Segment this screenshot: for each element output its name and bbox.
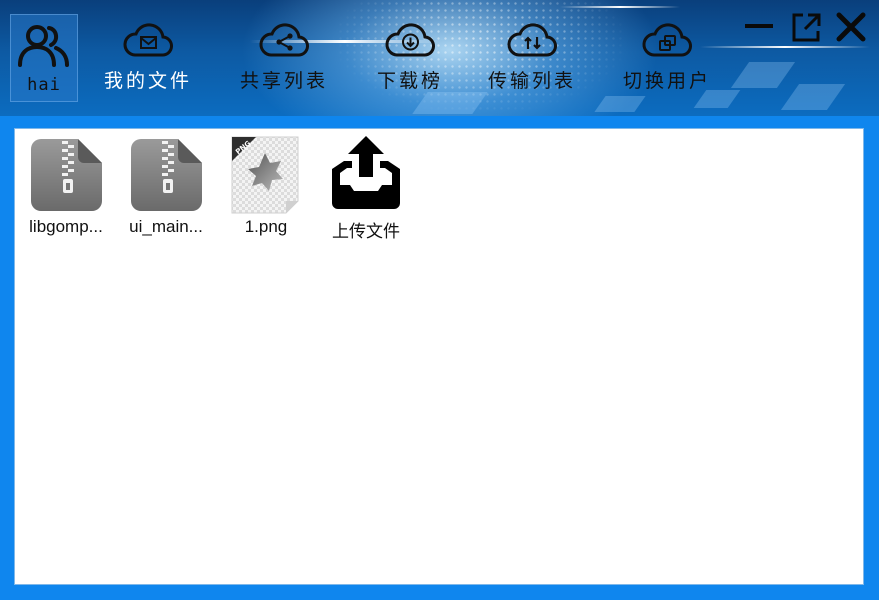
user-profile-button[interactable]: hai — [10, 14, 78, 102]
nav-label: 传输列表 — [487, 70, 576, 92]
nav-my-files[interactable]: 我的文件 — [100, 20, 196, 100]
nav-label: 切换用户 — [622, 70, 711, 92]
close-icon — [836, 12, 866, 42]
cloud-switch-icon — [642, 23, 692, 57]
png-file-icon: PNG — [231, 136, 299, 214]
file-item[interactable]: ui_main... — [118, 131, 214, 241]
nav-transfer-list[interactable]: 传输列表 — [482, 20, 582, 100]
nav-label: 下载榜 — [376, 70, 443, 92]
header-deco-tile — [780, 84, 846, 110]
close-button[interactable] — [834, 10, 868, 44]
cloud-share-icon — [259, 23, 309, 57]
header-light-streak — [700, 46, 870, 48]
cloud-transfer-icon — [507, 23, 557, 57]
nav-label: 我的文件 — [103, 70, 192, 92]
cloud-mail-icon — [123, 23, 173, 57]
file-item[interactable]: PNG 1.png — [218, 131, 314, 241]
users-icon — [18, 25, 69, 67]
file-item[interactable]: libgomp... — [18, 131, 114, 241]
nav-label: 共享列表 — [239, 70, 328, 92]
upload-icon — [332, 136, 400, 209]
file-list-panel[interactable]: libgomp... ui_main... PNG 1.png 上传文件 — [14, 128, 864, 585]
minimize-icon — [745, 24, 773, 28]
file-name: 上传文件 — [332, 222, 400, 241]
zip-file-icon — [31, 139, 102, 211]
nav-share-list[interactable]: 共享列表 — [234, 20, 334, 100]
header-light-streak — [560, 6, 680, 8]
file-name: libgomp... — [29, 217, 103, 236]
nav-switch-user[interactable]: 切换用户 — [617, 20, 717, 100]
file-name: 1.png — [244, 217, 288, 236]
header-deco-tile — [730, 62, 796, 88]
popout-button[interactable] — [789, 10, 823, 44]
cloud-download-icon — [385, 23, 435, 57]
title-bar: hai 我的文件 共享列表 下载榜 传输列表 切换用户 — [0, 0, 879, 116]
file-name: ui_main... — [129, 217, 203, 236]
nav-download-rank[interactable]: 下载榜 — [370, 20, 450, 100]
minimize-button[interactable] — [742, 10, 776, 44]
user-name: hai — [27, 75, 61, 95]
popout-icon — [792, 13, 821, 42]
zip-file-icon — [131, 139, 202, 211]
upload-file-button[interactable]: 上传文件 — [318, 131, 414, 241]
